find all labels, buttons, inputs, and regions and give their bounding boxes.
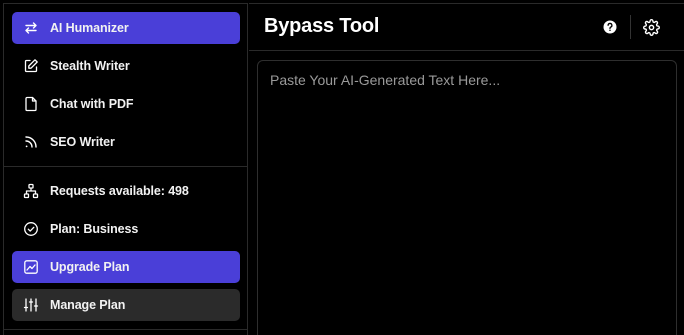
network-icon [23,183,39,199]
rss-icon [23,134,39,150]
plan-label: Plan: Business [50,222,139,236]
app-window: AI Humanizer Stealth Writer Chat with PD… [0,0,684,335]
main-header: Bypass Tool [249,3,684,51]
sidebar-divider [4,166,247,167]
file-icon [23,96,39,112]
sliders-icon [23,297,39,313]
sidebar-item-label: SEO Writer [50,135,115,149]
ai-text-input[interactable] [258,61,676,335]
manage-plan-label: Manage Plan [50,298,126,312]
requests-label: Requests available: 498 [50,184,189,198]
trending-up-icon [23,259,39,275]
sidebar-item-seo-writer[interactable]: SEO Writer [12,126,240,158]
swap-arrows-icon [23,20,39,36]
settings-button[interactable] [642,18,660,36]
text-editor [257,60,677,335]
manage-plan-button[interactable]: Manage Plan [12,289,240,321]
sidebar: AI Humanizer Stealth Writer Chat with PD… [3,3,248,335]
help-button[interactable] [601,18,619,36]
sidebar-item-ai-humanizer[interactable]: AI Humanizer [12,12,240,44]
sidebar-item-chat-with-pdf[interactable]: Chat with PDF [12,88,240,120]
header-separator [630,15,631,39]
sidebar-item-label: AI Humanizer [50,21,129,35]
requests-available: Requests available: 498 [12,175,240,207]
sidebar-divider [4,329,247,330]
current-plan: Plan: Business [12,213,240,245]
upgrade-plan-button[interactable]: Upgrade Plan [12,251,240,283]
gear-icon [642,18,660,36]
upgrade-plan-label: Upgrade Plan [50,260,130,274]
page-title: Bypass Tool [264,15,380,37]
help-icon [603,20,617,34]
sidebar-item-label: Stealth Writer [50,59,130,73]
sidebar-item-label: Chat with PDF [50,97,134,111]
edit-icon [23,58,39,74]
sidebar-item-stealth-writer[interactable]: Stealth Writer [12,50,240,82]
check-circle-icon [23,221,39,237]
